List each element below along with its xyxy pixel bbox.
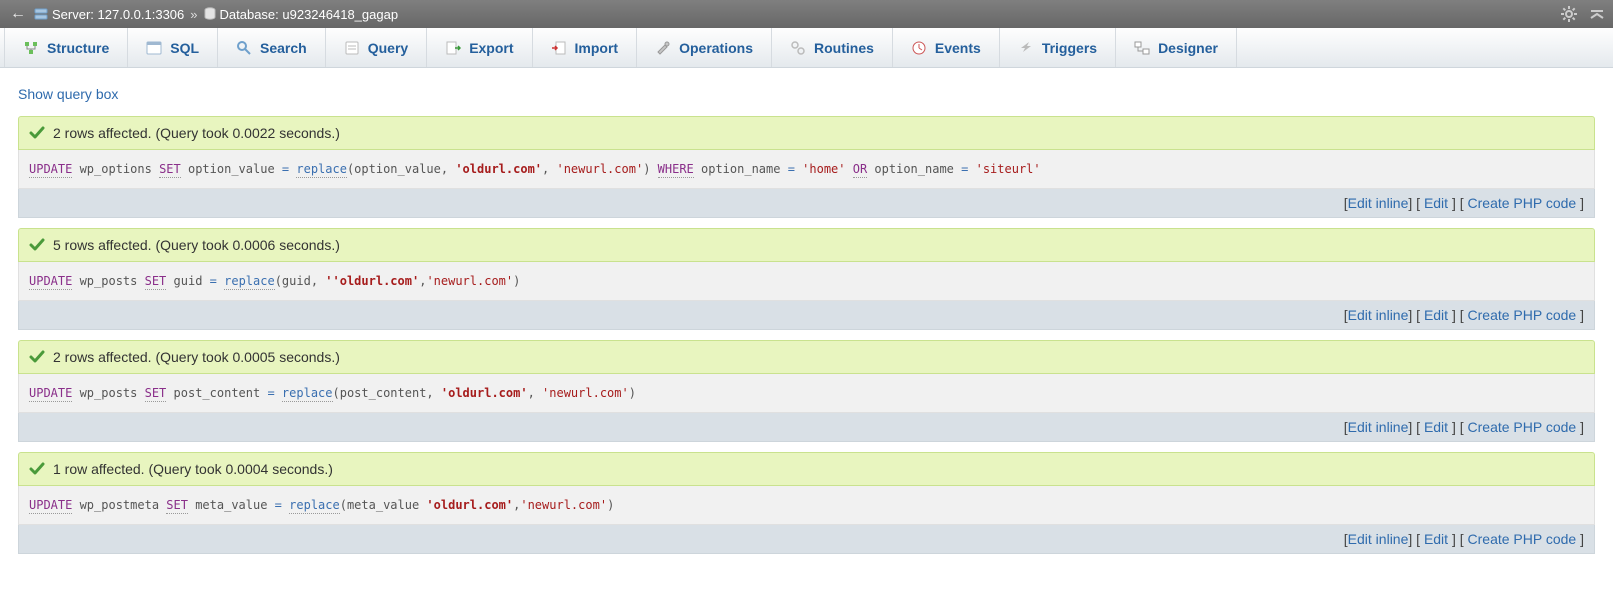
create-php-link[interactable]: Create PHP code	[1468, 419, 1577, 435]
result-actions-bar: [Edit inline] [ Edit ] [ Create PHP code…	[18, 189, 1595, 218]
show-query-box-link[interactable]: Show query box	[18, 86, 118, 102]
success-message-bar: 1 row affected. (Query took 0.0004 secon…	[18, 452, 1595, 486]
database-icon	[204, 7, 216, 21]
search-icon	[236, 40, 252, 56]
tab-search[interactable]: Search	[217, 28, 326, 67]
tab-operations[interactable]: Operations	[636, 28, 772, 67]
tab-label: Operations	[679, 40, 753, 56]
check-icon	[29, 349, 45, 365]
import-icon	[551, 40, 567, 56]
routines-icon	[790, 40, 806, 56]
main-content: Show query box 2 rows affected. (Query t…	[0, 68, 1613, 584]
success-message-text: 5 rows affected. (Query took 0.0006 seco…	[53, 237, 340, 253]
sql-query-display: UPDATE wp_postmeta SET meta_value = repl…	[18, 486, 1595, 525]
tab-label: Designer	[1158, 40, 1218, 56]
tab-bar: Structure SQL Search Query Export Import…	[0, 28, 1613, 68]
result-block: 1 row affected. (Query took 0.0004 secon…	[18, 452, 1595, 554]
tab-export[interactable]: Export	[426, 28, 532, 67]
tab-query[interactable]: Query	[325, 28, 427, 67]
tab-triggers[interactable]: Triggers	[999, 28, 1116, 67]
query-icon	[344, 40, 360, 56]
triggers-icon	[1018, 40, 1034, 56]
tab-designer[interactable]: Designer	[1115, 28, 1237, 67]
database-label: Database: u923246418_gagap	[220, 7, 399, 22]
success-message-text: 2 rows affected. (Query took 0.0022 seco…	[53, 125, 340, 141]
events-icon	[911, 40, 927, 56]
tab-import[interactable]: Import	[532, 28, 638, 67]
check-icon	[29, 237, 45, 253]
designer-icon	[1134, 40, 1150, 56]
sql-query-display: UPDATE wp_posts SET post_content = repla…	[18, 374, 1595, 413]
tab-label: Search	[260, 40, 307, 56]
tab-sql[interactable]: SQL	[127, 28, 218, 67]
tab-label: Structure	[47, 40, 109, 56]
create-php-link[interactable]: Create PHP code	[1468, 195, 1577, 211]
tab-label: Import	[575, 40, 619, 56]
server-crumb[interactable]: Server: 127.0.0.1:3306	[34, 7, 184, 22]
operations-icon	[655, 40, 671, 56]
result-actions-bar: [Edit inline] [ Edit ] [ Create PHP code…	[18, 301, 1595, 330]
edit-link[interactable]: Edit	[1424, 531, 1448, 547]
result-block: 5 rows affected. (Query took 0.0006 seco…	[18, 228, 1595, 330]
result-block: 2 rows affected. (Query took 0.0022 seco…	[18, 116, 1595, 218]
result-actions-bar: [Edit inline] [ Edit ] [ Create PHP code…	[18, 413, 1595, 442]
collapse-icon[interactable]	[1589, 8, 1605, 20]
create-php-link[interactable]: Create PHP code	[1468, 531, 1577, 547]
tab-label: SQL	[170, 40, 199, 56]
success-message-text: 1 row affected. (Query took 0.0004 secon…	[53, 461, 333, 477]
success-message-bar: 2 rows affected. (Query took 0.0005 seco…	[18, 340, 1595, 374]
edit-inline-link[interactable]: Edit inline	[1348, 531, 1409, 547]
edit-link[interactable]: Edit	[1424, 307, 1448, 323]
gear-icon[interactable]	[1561, 6, 1577, 22]
success-message-bar: 5 rows affected. (Query took 0.0006 seco…	[18, 228, 1595, 262]
database-crumb[interactable]: Database: u923246418_gagap	[204, 7, 399, 22]
tab-label: Export	[469, 40, 513, 56]
create-php-link[interactable]: Create PHP code	[1468, 307, 1577, 323]
server-label: Server: 127.0.0.1:3306	[52, 7, 184, 22]
tab-structure[interactable]: Structure	[4, 28, 128, 67]
edit-link[interactable]: Edit	[1424, 195, 1448, 211]
server-icon	[34, 7, 48, 21]
breadcrumb-separator: »	[190, 7, 197, 22]
tab-label: Events	[935, 40, 981, 56]
tab-label: Routines	[814, 40, 874, 56]
breadcrumb-bar: ← Server: 127.0.0.1:3306 » Database: u92…	[0, 0, 1613, 28]
edit-link[interactable]: Edit	[1424, 419, 1448, 435]
success-message-text: 2 rows affected. (Query took 0.0005 seco…	[53, 349, 340, 365]
check-icon	[29, 125, 45, 141]
result-block: 2 rows affected. (Query took 0.0005 seco…	[18, 340, 1595, 442]
result-actions-bar: [Edit inline] [ Edit ] [ Create PHP code…	[18, 525, 1595, 554]
tab-routines[interactable]: Routines	[771, 28, 893, 67]
sql-icon	[146, 40, 162, 56]
edit-inline-link[interactable]: Edit inline	[1348, 195, 1409, 211]
tab-label: Triggers	[1042, 40, 1097, 56]
check-icon	[29, 461, 45, 477]
sql-query-display: UPDATE wp_posts SET guid = replace(guid,…	[18, 262, 1595, 301]
edit-inline-link[interactable]: Edit inline	[1348, 419, 1409, 435]
sql-query-display: UPDATE wp_options SET option_value = rep…	[18, 150, 1595, 189]
structure-icon	[23, 40, 39, 56]
tab-events[interactable]: Events	[892, 28, 1000, 67]
edit-inline-link[interactable]: Edit inline	[1348, 307, 1409, 323]
export-icon	[445, 40, 461, 56]
back-button[interactable]: ←	[8, 5, 28, 23]
tab-label: Query	[368, 40, 408, 56]
success-message-bar: 2 rows affected. (Query took 0.0022 seco…	[18, 116, 1595, 150]
